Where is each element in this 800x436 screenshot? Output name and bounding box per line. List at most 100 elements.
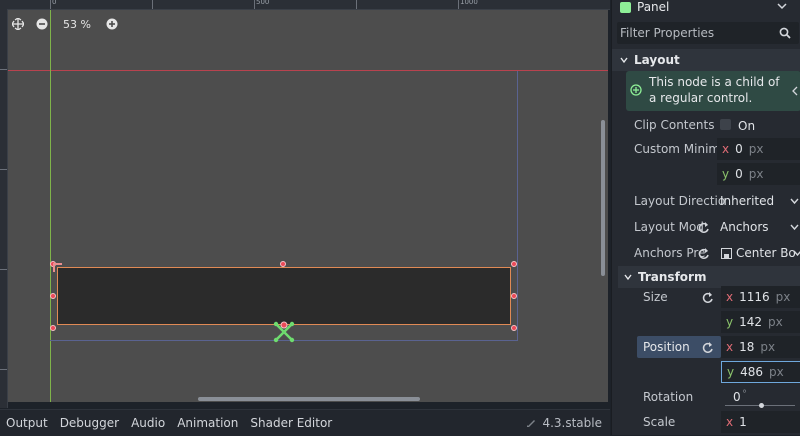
ruler-tick [356,0,357,9]
tab-shader-editor[interactable]: Shader Editor [244,416,338,430]
custom-min-y-field[interactable]: y 0 px [717,163,800,185]
handle-right[interactable] [511,293,517,299]
layout-mode-select[interactable]: Anchors [720,216,800,238]
degree-unit: ° [742,389,747,400]
chevron-down-icon [790,224,799,231]
scale-label: Scale [643,415,676,429]
bell-icon [527,420,536,427]
anchor-preset-icon [721,248,732,259]
unit-label: px [748,142,764,156]
axis-x-label: x [726,340,734,354]
chevron-down-icon [790,198,799,205]
axis-y-label: y [727,365,735,379]
unit-label: px [775,290,791,304]
scale-x-field[interactable]: x 1 [721,411,800,433]
handle-top[interactable] [280,261,286,267]
axis-x-label: x [726,415,734,429]
scale-x-value: 1 [739,415,747,429]
ruler-tick [50,0,51,9]
tab-debugger[interactable]: Debugger [54,416,125,430]
layout-direction-value: Inherited [720,194,775,208]
anchor-pivot-icon[interactable] [272,320,296,344]
canvas-viewport[interactable]: 0 500 1000 53 % [0,0,610,408]
tab-audio[interactable]: Audio [125,416,171,430]
horizontal-scrollbar[interactable] [198,397,420,401]
chevron-down-icon [777,3,787,10]
position-x-field[interactable]: x 18 px [721,336,800,358]
rotation-label: Rotation [643,390,694,404]
minus-icon [36,18,48,30]
section-transform[interactable]: Transform [618,266,800,288]
ruler-label: 0 [52,0,57,6]
handle-bottom-right[interactable] [511,325,517,331]
ruler-tick [458,0,459,9]
size-y-field[interactable]: y 142 px [721,311,800,333]
zoom-level[interactable]: 53 % [59,18,95,31]
reset-icon[interactable] [697,247,711,261]
vertical-scrollbar[interactable] [601,120,605,276]
ruler-tick [152,0,153,9]
node-type-label: Panel [637,0,670,14]
chevron-down-icon [620,57,628,64]
custom-min-label: Custom Minim [634,142,721,156]
filter-placeholder: Filter Properties [620,26,715,40]
panel-node[interactable] [57,267,511,325]
handle-top-right[interactable] [511,261,517,267]
left-ruler [0,9,8,408]
clip-contents-checkbox[interactable] [720,119,731,130]
anchors-preset-select[interactable]: Center Bo [720,242,800,264]
unit-label: px [748,167,764,181]
ruler-tick [0,369,7,370]
reset-icon[interactable] [701,291,715,305]
ruler-label: 1000 [460,0,478,6]
chevron-down-icon [793,250,800,257]
chevron-left-icon[interactable] [792,86,798,96]
info-text: This node is a child of a regular contro… [649,75,780,105]
ruler-label: 500 [256,0,270,6]
info-box: This node is a child of a regular contro… [626,71,800,111]
layout-direction-label: Layout Directio [634,194,726,208]
unit-label: px [760,340,776,354]
node-type-selector[interactable]: Panel [612,0,800,18]
position-y-field[interactable]: y 486 px [721,361,800,383]
layout-direction-select[interactable]: Inherited [720,190,800,212]
position-y-value: 486 [740,365,764,379]
reset-icon[interactable] [697,221,711,235]
bottom-panel-bar: Output Debugger Audio Animation Shader E… [0,409,610,436]
handle-left[interactable] [50,293,56,299]
rotation-slider[interactable]: 0 ° [721,386,800,408]
panel-node-icon [620,2,631,13]
editor-canvas[interactable] [8,10,608,402]
size-x-field[interactable]: x 1116 px [721,286,800,308]
tab-output[interactable]: Output [0,416,54,430]
version-indicator[interactable]: 4.3.stable [526,416,602,430]
section-layout-label: Layout [634,53,680,67]
tab-animation[interactable]: Animation [171,416,244,430]
layout-mode-value: Anchors [720,220,769,234]
axis-y-label: y [722,167,730,181]
handle-bottom-left[interactable] [50,325,56,331]
ruler-tick [254,0,255,9]
inspector-panel: Panel Filter Properties Layout This node… [611,0,800,435]
position-label: Position [643,340,690,354]
center-view-icon[interactable] [11,17,25,31]
reset-icon[interactable] [701,341,715,355]
anchors-preset-label: Anchors Pre [634,246,706,260]
filter-properties-input[interactable]: Filter Properties [617,22,799,44]
position-row-highlight: Position [637,336,721,358]
version-label: 4.3.stable [542,416,602,430]
layout-mode-label: Layout Mod [634,220,704,234]
zoom-in-button[interactable] [105,17,119,31]
slider-grabber[interactable] [759,403,764,408]
size-label: Size [643,290,668,304]
axis-y-label: y [726,315,734,329]
anchor-marker-icon[interactable] [52,262,64,274]
top-ruler: 0 500 1000 [0,0,610,10]
custom-min-x-field[interactable]: x 0 px [717,138,800,160]
unit-label: px [768,315,783,329]
rotation-value: 0 [733,390,741,404]
section-layout[interactable]: Layout [612,49,800,71]
add-circle-icon [630,84,642,96]
ruler-tick [0,269,7,270]
zoom-out-button[interactable] [35,17,49,31]
